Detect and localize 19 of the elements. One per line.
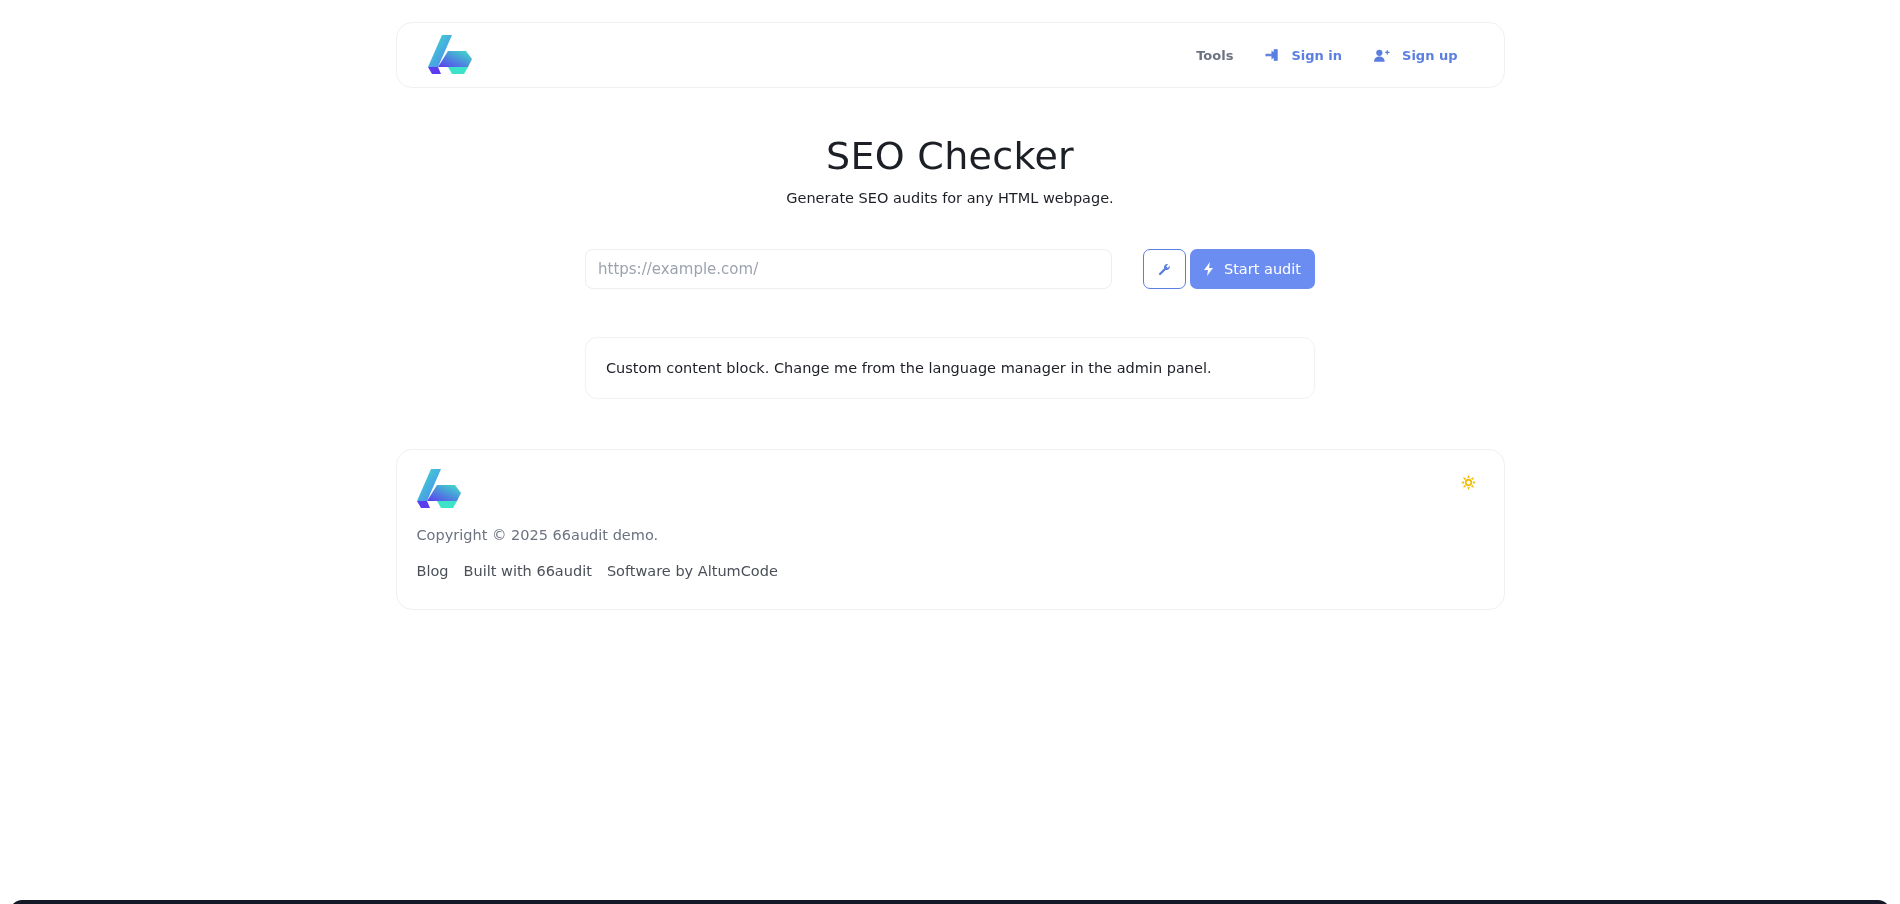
footer-link[interactable]: Software by AltumCode bbox=[606, 563, 778, 579]
nav-link[interactable]: Sign in bbox=[1265, 47, 1343, 63]
nav-link[interactable]: Sign up bbox=[1374, 47, 1458, 63]
add-user-icon bbox=[1374, 48, 1391, 62]
sign-in-icon bbox=[1265, 49, 1280, 61]
logo-icon[interactable] bbox=[427, 35, 474, 75]
start-audit-button[interactable]: Start audit bbox=[1190, 249, 1315, 289]
footer-link[interactable]: Blog bbox=[416, 563, 449, 579]
logo-icon[interactable] bbox=[416, 469, 463, 509]
footer-link[interactable]: Built with 66audit bbox=[463, 563, 592, 579]
page-subtitle: Generate SEO audits for any HTML webpage. bbox=[786, 190, 1114, 206]
lightning-icon bbox=[1204, 262, 1214, 276]
wrench-icon bbox=[1158, 262, 1171, 276]
page-title: SEO Checker bbox=[826, 134, 1074, 178]
copyright-text: Copyright © 2025 66audit demo. bbox=[416, 527, 660, 543]
url-input-field[interactable]: https://example.com/ bbox=[585, 249, 1112, 289]
nav-link[interactable]: Tools bbox=[1196, 47, 1234, 63]
settings-button[interactable] bbox=[1143, 249, 1186, 289]
content-text: Custom content block. Change me from the language manager in the admin panel. bbox=[606, 360, 1213, 376]
